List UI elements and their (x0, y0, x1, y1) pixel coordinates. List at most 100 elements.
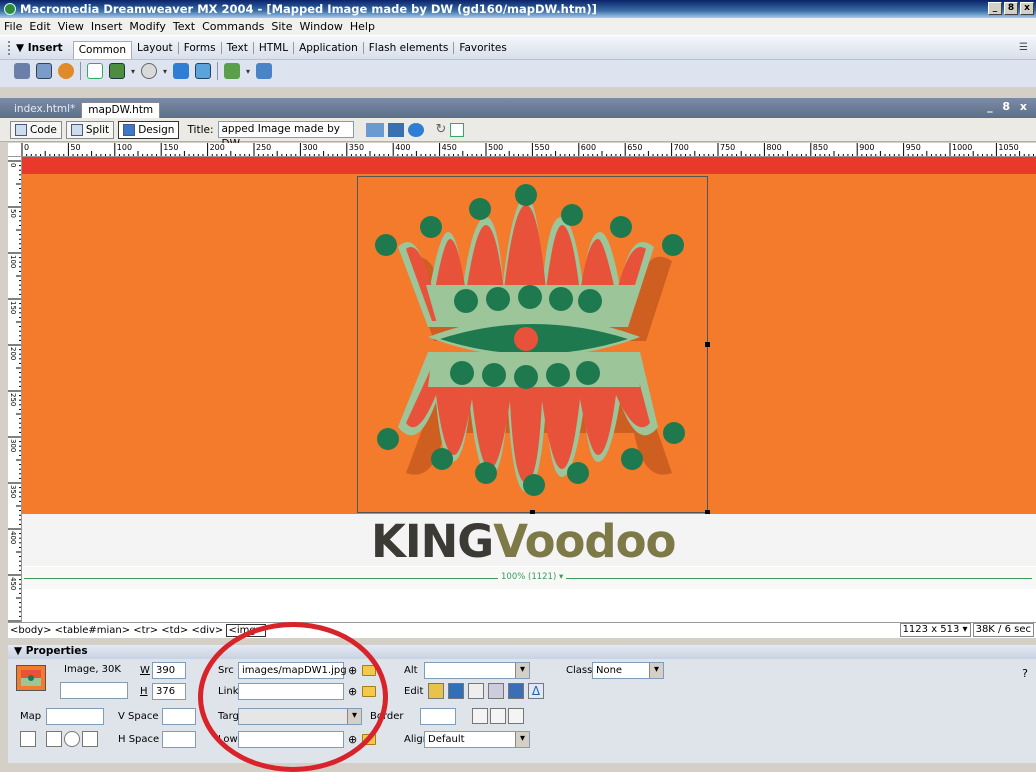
tab-text[interactable]: Text (222, 41, 254, 54)
menu-help[interactable]: Help (350, 20, 375, 33)
polygon-hotspot-icon[interactable] (82, 731, 98, 747)
tab-flash-elements[interactable]: Flash elements (364, 41, 455, 54)
ruler-label: 300 (9, 439, 17, 453)
menu-text[interactable]: Text (173, 20, 195, 33)
height-input[interactable]: 376 (152, 683, 186, 700)
insert-icons: ▾ ▾ ▾ (14, 62, 273, 80)
title-input[interactable]: apped Image made by DW (217, 121, 354, 150)
tab-index-html[interactable]: index.html* (8, 102, 81, 118)
tab-favorites[interactable]: Favorites (454, 42, 511, 54)
align-center-icon[interactable] (490, 708, 506, 724)
document-window-controls[interactable]: _ 8 x (987, 100, 1030, 113)
align-select[interactable]: Default (424, 731, 530, 748)
menu-site[interactable]: Site (271, 20, 292, 33)
tag-path[interactable]: <body> <table#mian> <tr> <td> <div> (10, 625, 226, 636)
tab-layout[interactable]: Layout (132, 41, 179, 54)
table-icon[interactable] (87, 63, 103, 79)
menu-window[interactable]: Window (300, 20, 343, 33)
tab-application[interactable]: Application (294, 41, 364, 54)
properties-panel-header[interactable]: ▼ Properties (8, 645, 1036, 659)
layer-icon[interactable] (109, 63, 125, 79)
align-left-icon[interactable] (472, 708, 488, 724)
tab-forms[interactable]: Forms (179, 41, 222, 54)
vspace-input[interactable] (162, 708, 196, 725)
close-button[interactable]: x (1020, 2, 1034, 15)
email-link-icon[interactable] (36, 63, 52, 79)
status-info: 1123 x 513 ▾ 38K / 6 sec (899, 623, 1034, 637)
tag-chooser-icon[interactable] (256, 63, 273, 79)
ruler-label: 150 (163, 143, 179, 152)
minimize-button[interactable]: _ (988, 2, 1002, 15)
media-icon[interactable] (173, 63, 190, 79)
ruler-label: 350 (348, 143, 365, 152)
ruler-label: 1000 (952, 143, 973, 152)
rectangle-hotspot-icon[interactable] (46, 731, 62, 747)
code-view-button[interactable]: Code (10, 120, 62, 139)
split-view-button[interactable]: Split (65, 120, 115, 139)
align-right-icon[interactable] (508, 708, 524, 724)
ruler-label: 0 (9, 163, 17, 168)
ruler-label: 250 (9, 393, 17, 407)
template-icon[interactable] (224, 63, 241, 79)
crop-icon[interactable] (468, 683, 484, 699)
oval-hotspot-icon[interactable] (64, 731, 80, 747)
panel-grip-icon[interactable] (8, 40, 12, 55)
menu-commands[interactable]: Commands (202, 20, 264, 33)
date-icon[interactable] (195, 63, 212, 79)
tab-common[interactable]: Common (72, 40, 132, 59)
insert-tabs: ▼ Insert Common Layout Forms Text HTML A… (0, 36, 1036, 60)
annotation-circle (198, 622, 388, 772)
border-input[interactable] (420, 708, 456, 725)
resample-icon[interactable] (488, 683, 504, 699)
menu-modify[interactable]: Modify (129, 20, 165, 33)
edit-image-icon[interactable] (428, 683, 444, 699)
hspace-input[interactable] (162, 731, 196, 748)
ruler-label: 900 (859, 143, 875, 152)
named-anchor-icon[interactable] (58, 63, 74, 79)
panel-options-icon[interactable]: ☰ (1019, 42, 1028, 53)
refresh-icon[interactable]: ↻ (436, 122, 447, 137)
insert-label[interactable]: ▼ Insert (16, 42, 63, 54)
restore-button[interactable]: 8 (1004, 2, 1018, 15)
image-icon[interactable] (141, 63, 158, 79)
ruler-label: 100 (9, 255, 17, 269)
menu-insert[interactable]: Insert (91, 20, 123, 33)
image-name-input[interactable] (60, 682, 128, 699)
chevron-down-icon[interactable]: ▾ (131, 67, 135, 76)
ruler-ticks (21, 143, 1035, 156)
sharpen-icon[interactable]: Δ (528, 683, 544, 699)
ruler-label: 450 (441, 143, 457, 152)
help-icon[interactable]: ? (1022, 667, 1028, 680)
class-label: Class (566, 665, 593, 676)
preview-in-browser-icon[interactable] (407, 122, 424, 137)
width-input[interactable]: 390 (152, 662, 186, 679)
hyperlink-icon[interactable] (14, 63, 30, 79)
validate-icon[interactable] (365, 122, 384, 137)
menu-file[interactable]: File (4, 20, 22, 33)
pointer-hotspot-icon[interactable] (20, 731, 36, 747)
tab-html[interactable]: HTML (254, 41, 295, 54)
menu-view[interactable]: View (58, 20, 84, 33)
ruler-label: 300 (302, 143, 318, 152)
view-options-icon[interactable] (450, 122, 465, 137)
height-label: H (140, 686, 148, 697)
alt-input[interactable] (424, 662, 530, 679)
map-name-input[interactable] (46, 708, 104, 725)
voodoo-crown-image[interactable] (357, 176, 710, 515)
resize-handle[interactable] (705, 342, 710, 347)
table-width-label[interactable]: 100% (1121) ▾ (498, 572, 567, 582)
file-management-icon[interactable] (387, 122, 404, 137)
brightness-contrast-icon[interactable] (508, 683, 524, 699)
chevron-down-icon[interactable]: ▾ (246, 67, 250, 76)
design-view-button[interactable]: Design (118, 120, 180, 139)
optimize-icon[interactable] (448, 683, 464, 699)
tab-mapdw-htm[interactable]: mapDW.htm (81, 102, 161, 118)
image-thumbnail (16, 665, 46, 691)
window-size-dropdown[interactable]: 1123 x 513 ▾ (899, 623, 971, 637)
hspace-label: H Space (118, 734, 160, 745)
design-view[interactable]: KINGVoodoo 100% (1121) ▾ (22, 157, 1036, 622)
chevron-down-icon[interactable]: ▾ (163, 67, 167, 76)
class-select[interactable]: None (592, 662, 664, 679)
menu-edit[interactable]: Edit (29, 20, 50, 33)
ruler-label: 200 (9, 347, 17, 361)
